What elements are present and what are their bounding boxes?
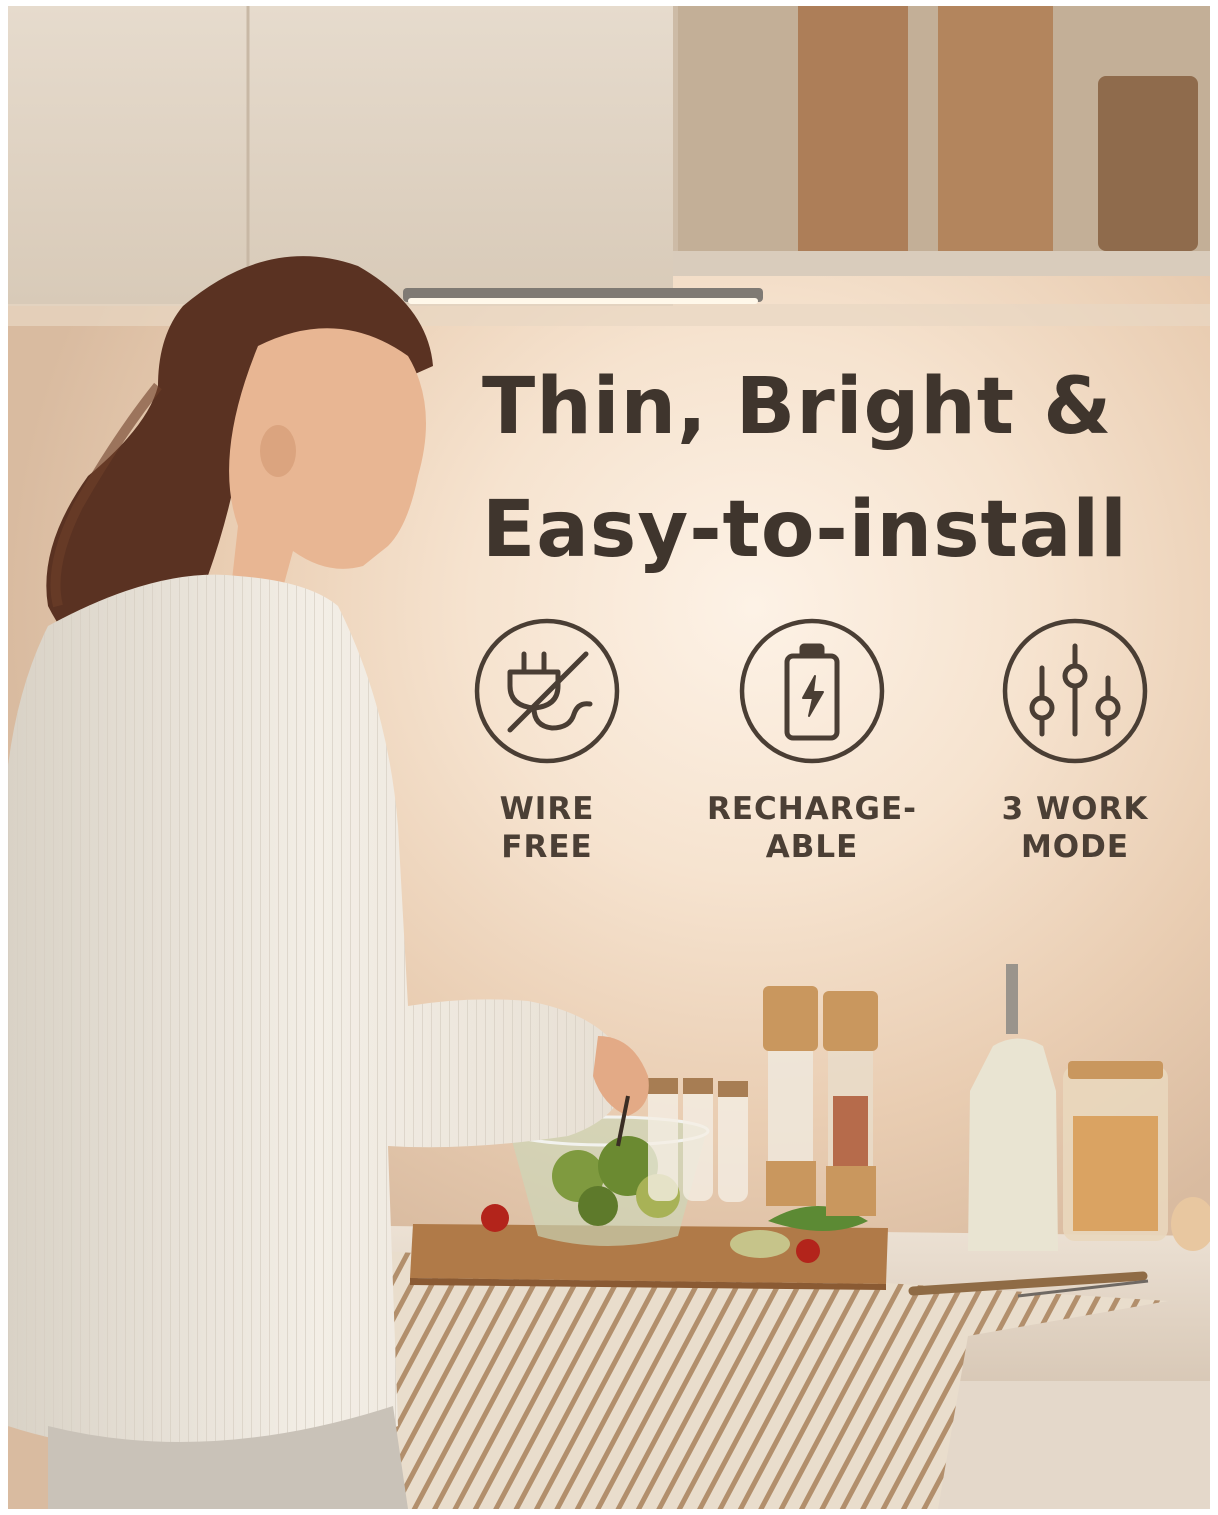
feature-label: 3 WORK MODE (1001, 791, 1149, 865)
headline: Thin, Bright & Easy-to-install (482, 346, 1202, 592)
headline-line-2: Easy-to-install (482, 485, 1128, 575)
sliders-icon (1002, 618, 1148, 764)
feature-label: WIRE FREE (499, 791, 595, 865)
battery-charging-icon (739, 618, 885, 764)
headline-line-1: Thin, Bright & (482, 362, 1113, 452)
feature-label: RECHARGE- ABLE (706, 791, 918, 865)
product-photo: Thin, Bright & Easy-to-install WIRE FREE (8, 6, 1210, 1509)
feature-work-mode: 3 WORK MODE (965, 618, 1185, 866)
feature-rechargeable: RECHARGE- ABLE (702, 618, 922, 866)
unplugged-plug-icon (474, 618, 620, 764)
feature-wire-free: WIRE FREE (437, 618, 657, 866)
